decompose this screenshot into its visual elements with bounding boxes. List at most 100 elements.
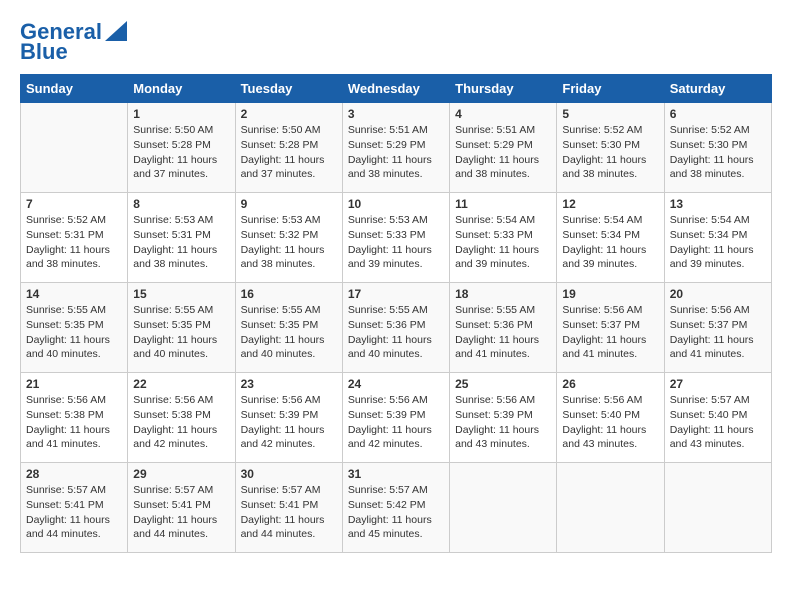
day-number: 3 (348, 107, 444, 121)
day-number: 5 (562, 107, 658, 121)
day-info: Sunrise: 5:57 AMSunset: 5:42 PMDaylight:… (348, 483, 444, 542)
day-number: 29 (133, 467, 229, 481)
logo-text-line2: Blue (20, 40, 68, 64)
day-info: Sunrise: 5:55 AMSunset: 5:35 PMDaylight:… (241, 303, 337, 362)
day-number: 8 (133, 197, 229, 211)
day-number: 19 (562, 287, 658, 301)
day-cell: 29 Sunrise: 5:57 AMSunset: 5:41 PMDayligh… (128, 463, 235, 553)
header-cell-wednesday: Wednesday (342, 75, 449, 103)
day-info: Sunrise: 5:56 AMSunset: 5:39 PMDaylight:… (348, 393, 444, 452)
day-info: Sunrise: 5:54 AMSunset: 5:33 PMDaylight:… (455, 213, 551, 272)
day-info: Sunrise: 5:57 AMSunset: 5:41 PMDaylight:… (133, 483, 229, 542)
day-cell: 16 Sunrise: 5:55 AMSunset: 5:35 PMDayligh… (235, 283, 342, 373)
day-info: Sunrise: 5:56 AMSunset: 5:40 PMDaylight:… (562, 393, 658, 452)
day-number: 16 (241, 287, 337, 301)
day-number: 11 (455, 197, 551, 211)
week-row-3: 14 Sunrise: 5:55 AMSunset: 5:35 PMDayligh… (21, 283, 772, 373)
day-number: 24 (348, 377, 444, 391)
day-number: 17 (348, 287, 444, 301)
header-cell-friday: Friday (557, 75, 664, 103)
day-number: 28 (26, 467, 122, 481)
day-cell: 9 Sunrise: 5:53 AMSunset: 5:32 PMDaylight… (235, 193, 342, 283)
day-cell: 10 Sunrise: 5:53 AMSunset: 5:33 PMDayligh… (342, 193, 449, 283)
header-cell-sunday: Sunday (21, 75, 128, 103)
day-cell: 21Sunrise: 5:56 AMSunset: 5:38 PMDayligh… (21, 373, 128, 463)
day-number: 23 (241, 377, 337, 391)
day-cell: 12Sunrise: 5:54 AMSunset: 5:34 PMDayligh… (557, 193, 664, 283)
day-cell: 7Sunrise: 5:52 AMSunset: 5:31 PMDaylight… (21, 193, 128, 283)
day-cell (664, 463, 771, 553)
day-cell: 14Sunrise: 5:55 AMSunset: 5:35 PMDayligh… (21, 283, 128, 373)
day-cell: 30 Sunrise: 5:57 AMSunset: 5:41 PMDayligh… (235, 463, 342, 553)
day-info: Sunrise: 5:52 AMSunset: 5:30 PMDaylight:… (562, 123, 658, 182)
day-info: Sunrise: 5:54 AMSunset: 5:34 PMDaylight:… (562, 213, 658, 272)
day-info: Sunrise: 5:53 AMSunset: 5:32 PMDaylight:… (241, 213, 337, 272)
day-number: 20 (670, 287, 766, 301)
calendar-table: SundayMondayTuesdayWednesdayThursdayFrid… (20, 74, 772, 553)
day-number: 22 (133, 377, 229, 391)
week-row-4: 21Sunrise: 5:56 AMSunset: 5:38 PMDayligh… (21, 373, 772, 463)
day-number: 1 (133, 107, 229, 121)
day-info: Sunrise: 5:56 AMSunset: 5:39 PMDaylight:… (455, 393, 551, 452)
day-number: 9 (241, 197, 337, 211)
day-info: Sunrise: 5:50 AMSunset: 5:28 PMDaylight:… (133, 123, 229, 182)
day-cell (450, 463, 557, 553)
day-cell: 20 Sunrise: 5:56 AMSunset: 5:37 PMDayligh… (664, 283, 771, 373)
day-cell: 24 Sunrise: 5:56 AMSunset: 5:39 PMDayligh… (342, 373, 449, 463)
day-info: Sunrise: 5:54 AMSunset: 5:34 PMDaylight:… (670, 213, 766, 272)
day-info: Sunrise: 5:51 AMSunset: 5:29 PMDaylight:… (455, 123, 551, 182)
day-info: Sunrise: 5:56 AMSunset: 5:37 PMDaylight:… (670, 303, 766, 362)
header-cell-monday: Monday (128, 75, 235, 103)
header-row: SundayMondayTuesdayWednesdayThursdayFrid… (21, 75, 772, 103)
day-cell: 28 Sunrise: 5:57 AMSunset: 5:41 PMDayligh… (21, 463, 128, 553)
week-row-5: 28 Sunrise: 5:57 AMSunset: 5:41 PMDayligh… (21, 463, 772, 553)
day-cell: 15Sunrise: 5:55 AMSunset: 5:35 PMDayligh… (128, 283, 235, 373)
day-info: Sunrise: 5:53 AMSunset: 5:31 PMDaylight:… (133, 213, 229, 272)
day-cell: 22 Sunrise: 5:56 AMSunset: 5:38 PMDayligh… (128, 373, 235, 463)
day-info: Sunrise: 5:53 AMSunset: 5:33 PMDaylight:… (348, 213, 444, 272)
day-info: Sunrise: 5:56 AMSunset: 5:38 PMDaylight:… (133, 393, 229, 452)
day-cell: 1 Sunrise: 5:50 AMSunset: 5:28 PMDaylight… (128, 103, 235, 193)
day-info: Sunrise: 5:50 AMSunset: 5:28 PMDaylight:… (241, 123, 337, 182)
day-cell (557, 463, 664, 553)
day-info: Sunrise: 5:51 AMSunset: 5:29 PMDaylight:… (348, 123, 444, 182)
logo-arrow-icon (105, 21, 127, 41)
day-info: Sunrise: 5:52 AMSunset: 5:31 PMDaylight:… (26, 213, 122, 272)
day-info: Sunrise: 5:55 AMSunset: 5:36 PMDaylight:… (455, 303, 551, 362)
day-cell: 17 Sunrise: 5:55 AMSunset: 5:36 PMDayligh… (342, 283, 449, 373)
day-number: 18 (455, 287, 551, 301)
day-info: Sunrise: 5:57 AMSunset: 5:41 PMDaylight:… (26, 483, 122, 542)
day-number: 6 (670, 107, 766, 121)
day-number: 2 (241, 107, 337, 121)
day-number: 10 (348, 197, 444, 211)
day-number: 31 (348, 467, 444, 481)
header-cell-saturday: Saturday (664, 75, 771, 103)
day-cell: 23Sunrise: 5:56 AMSunset: 5:39 PMDayligh… (235, 373, 342, 463)
week-row-2: 7Sunrise: 5:52 AMSunset: 5:31 PMDaylight… (21, 193, 772, 283)
day-info: Sunrise: 5:56 AMSunset: 5:37 PMDaylight:… (562, 303, 658, 362)
day-cell: 13 Sunrise: 5:54 AMSunset: 5:34 PMDayligh… (664, 193, 771, 283)
day-cell: 6 Sunrise: 5:52 AMSunset: 5:30 PMDaylight… (664, 103, 771, 193)
day-cell: 18 Sunrise: 5:55 AMSunset: 5:36 PMDayligh… (450, 283, 557, 373)
logo: General Blue (20, 20, 127, 64)
day-info: Sunrise: 5:57 AMSunset: 5:41 PMDaylight:… (241, 483, 337, 542)
day-info: Sunrise: 5:57 AMSunset: 5:40 PMDaylight:… (670, 393, 766, 452)
day-cell: 5 Sunrise: 5:52 AMSunset: 5:30 PMDaylight… (557, 103, 664, 193)
day-number: 25 (455, 377, 551, 391)
header-cell-tuesday: Tuesday (235, 75, 342, 103)
day-number: 30 (241, 467, 337, 481)
day-number: 4 (455, 107, 551, 121)
day-info: Sunrise: 5:55 AMSunset: 5:35 PMDaylight:… (133, 303, 229, 362)
day-info: Sunrise: 5:55 AMSunset: 5:36 PMDaylight:… (348, 303, 444, 362)
day-cell: 4 Sunrise: 5:51 AMSunset: 5:29 PMDaylight… (450, 103, 557, 193)
day-number: 14 (26, 287, 122, 301)
day-cell: 31 Sunrise: 5:57 AMSunset: 5:42 PMDayligh… (342, 463, 449, 553)
header-cell-thursday: Thursday (450, 75, 557, 103)
day-number: 13 (670, 197, 766, 211)
week-row-1: 1 Sunrise: 5:50 AMSunset: 5:28 PMDaylight… (21, 103, 772, 193)
day-cell: 27Sunrise: 5:57 AMSunset: 5:40 PMDayligh… (664, 373, 771, 463)
day-cell (21, 103, 128, 193)
day-cell: 2 Sunrise: 5:50 AMSunset: 5:28 PMDaylight… (235, 103, 342, 193)
day-info: Sunrise: 5:52 AMSunset: 5:30 PMDaylight:… (670, 123, 766, 182)
day-cell: 11 Sunrise: 5:54 AMSunset: 5:33 PMDayligh… (450, 193, 557, 283)
